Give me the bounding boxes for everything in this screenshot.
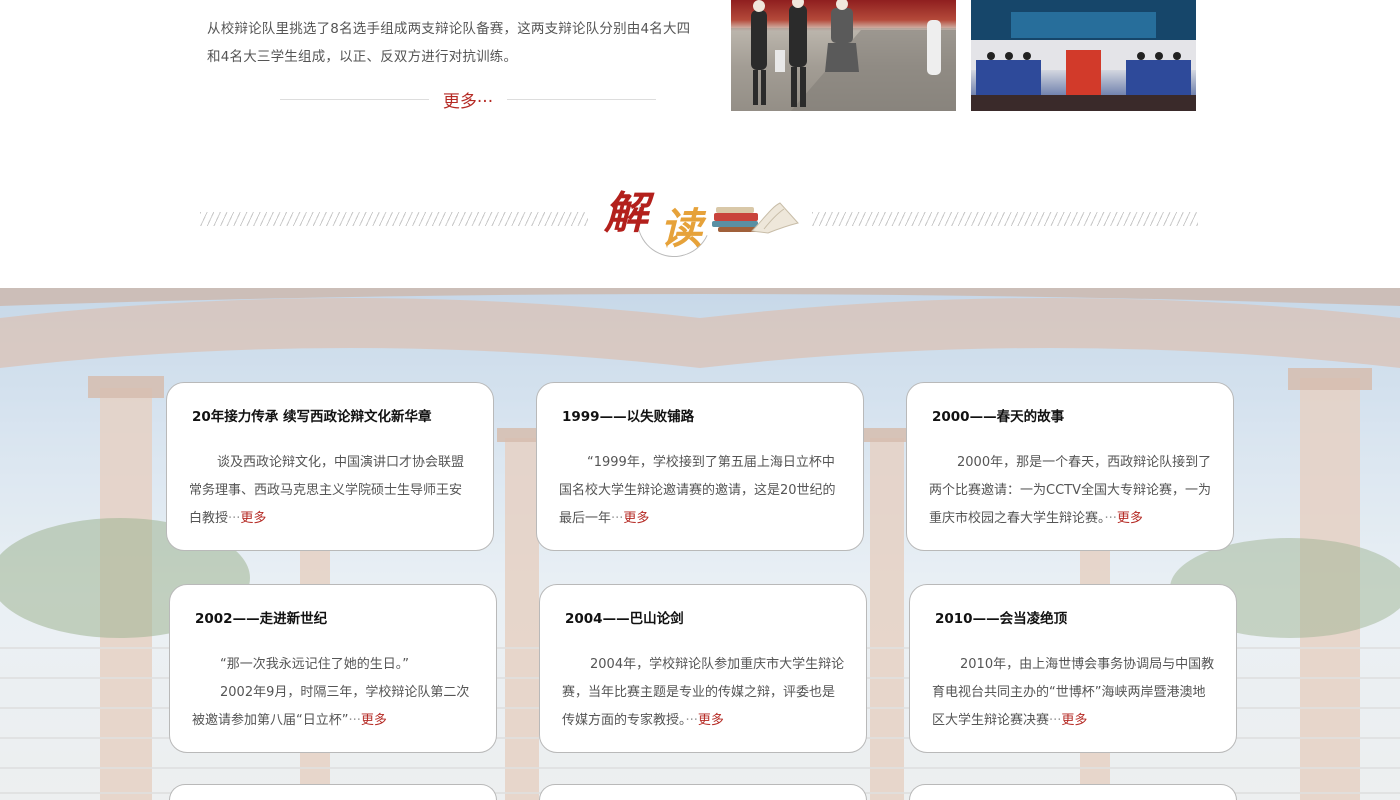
article-card[interactable]: 2000——春天的故事 2000年，那是一个春天，西政辩论队接到了两个比赛邀请：… — [906, 382, 1234, 551]
article-card[interactable]: 2004——巴山论剑 2004年，学校辩论队参加重庆市大学生辩论赛，当年比赛主题… — [539, 584, 867, 753]
hatch-decoration-left — [200, 212, 588, 226]
article-card[interactable]: 2002——走进新世纪 “那一次我永远记住了她的生日。” 2002年9月，时隔三年… — [169, 584, 497, 753]
card-summary: “那一次我永远记住了她的生日。” 2002年9月，时隔三年，学校辩论队第二次被邀请… — [192, 651, 476, 735]
card-title[interactable]: 20年接力传承 续写西政论辩文化新华章 — [192, 405, 432, 425]
card-paragraph: “那一次我永远记住了她的生日。” — [220, 657, 409, 672]
card-summary: 谈及西政论辩文化，中国演讲口才协会联盟常务理事、西政马克思主义学院硕士生导师王安… — [189, 449, 473, 533]
books-icon — [712, 202, 799, 234]
article-card[interactable]: 2010——会当凌绝顶 2010年，由上海世博会事务协调局与中国教育电视台共同主… — [909, 584, 1237, 753]
card-more-link[interactable]: 更多 — [1117, 511, 1143, 526]
card-title[interactable]: 2000——春天的故事 — [932, 405, 1064, 425]
card-ellipsis: ··· — [1104, 511, 1117, 526]
card-ellipsis: ··· — [611, 511, 624, 526]
hatch-decoration-right — [812, 212, 1198, 226]
photo-debate-stage[interactable] — [971, 0, 1196, 111]
divider-line — [280, 98, 429, 100]
card-more-link[interactable]: 更多 — [1061, 713, 1087, 728]
card-ellipsis: ··· — [348, 713, 361, 728]
photo-team-walking[interactable] — [731, 0, 956, 111]
section-header-jiedu: 解 读 — [0, 172, 1400, 268]
intro-text: 从校辩论队里挑选了8名选手组成两支辩论队备赛，这两支辩论队分别由4名大四 和4名… — [207, 0, 707, 71]
card-more-link[interactable]: 更多 — [361, 713, 387, 728]
article-card-partial[interactable] — [909, 784, 1237, 800]
card-paragraph: 2002年9月，时隔三年，学校辩论队第二次被邀请参加第八届“日立杯” — [192, 685, 470, 728]
section-title-char-1: 解 — [604, 188, 648, 239]
intro-cut-line — [207, 0, 707, 15]
card-title[interactable]: 2010——会当凌绝顶 — [935, 607, 1067, 627]
card-summary: “1999年，学校接到了第五届上海日立杯中国名校大学生辩论邀请赛的邀请，这是20… — [559, 449, 843, 533]
card-ellipsis: ··· — [228, 511, 241, 526]
article-card-partial[interactable] — [169, 784, 497, 800]
card-more-link[interactable]: 更多 — [240, 511, 266, 526]
card-more-link[interactable]: 更多 — [623, 511, 649, 526]
intro-more-link[interactable]: 更多··· — [429, 87, 507, 112]
card-summary: 2000年，那是一个春天，西政辩论队接到了两个比赛邀请：一为CCTV全国大专辩论… — [929, 449, 1213, 533]
article-card[interactable]: 20年接力传承 续写西政论辩文化新华章 谈及西政论辩文化，中国演讲口才协会联盟常… — [166, 382, 494, 551]
card-paragraph: 2000年，那是一个春天，西政辩论队接到了两个比赛邀请：一为CCTV全国大专辩论… — [929, 455, 1212, 526]
intro-line-1: 从校辩论队里挑选了8名选手组成两支辩论队备赛，这两支辩论队分别由4名大四 — [207, 21, 691, 37]
divider-line — [507, 98, 656, 100]
intro-more-row: 更多··· — [280, 86, 656, 112]
card-paragraph: “1999年，学校接到了第五届上海日立杯中国名校大学生辩论邀请赛的邀请，这是20… — [559, 455, 836, 526]
card-ellipsis: ··· — [1049, 713, 1062, 728]
card-ellipsis: ··· — [685, 713, 698, 728]
intro-line-2: 和4名大三学生组成，以正、反双方进行对抗训练。 — [207, 49, 518, 65]
card-summary: 2010年，由上海世博会事务协调局与中国教育电视台共同主办的“世博杯”海峡两岸暨… — [932, 651, 1216, 735]
card-title[interactable]: 2002——走进新世纪 — [195, 607, 327, 627]
section-title-char-2: 读 — [660, 204, 703, 253]
card-title[interactable]: 1999——以失败铺路 — [562, 405, 694, 425]
card-title[interactable]: 2004——巴山论剑 — [565, 607, 684, 627]
card-summary: 2004年，学校辩论队参加重庆市大学生辩论赛，当年比赛主题是专业的传媒之辩，评委… — [562, 651, 846, 735]
article-card[interactable]: 1999——以失败铺路 “1999年，学校接到了第五届上海日立杯中国名校大学生辩… — [536, 382, 864, 551]
article-card-partial[interactable] — [539, 784, 867, 800]
card-more-link[interactable]: 更多 — [698, 713, 724, 728]
